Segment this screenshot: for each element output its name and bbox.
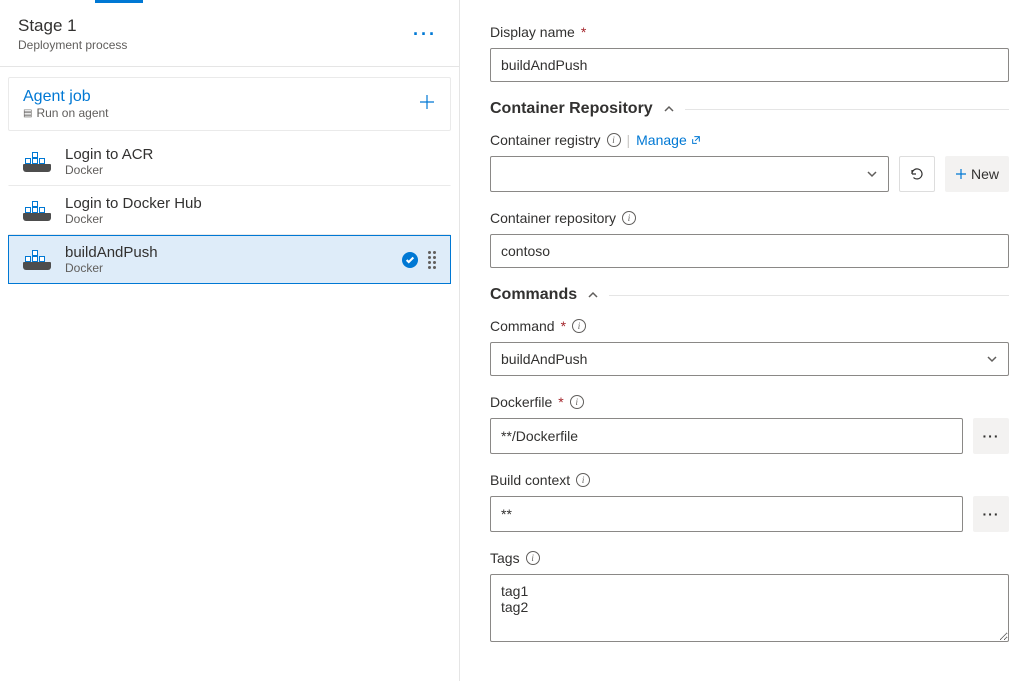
dockerfile-input[interactable] [490,418,963,454]
task-sub: Docker [65,261,402,275]
task-row[interactable]: Login to ACR Docker [8,137,451,186]
stage-subtitle: Deployment process [18,38,127,52]
task-name: Login to ACR [65,146,436,163]
task-name: Login to Docker Hub [65,195,436,212]
info-icon[interactable]: i [572,319,586,333]
tags-row: Tags i [490,550,1009,645]
required-icon: * [558,394,563,410]
chevron-up-icon [663,103,675,115]
task-sub: Docker [65,163,436,177]
command-label: Command * i [490,318,1009,334]
manage-link[interactable]: Manage [636,132,701,148]
chevron-down-icon [866,168,878,180]
status-ok-icon [402,252,418,268]
required-icon: * [581,24,586,40]
info-icon[interactable]: i [570,395,584,409]
browse-build-context-button[interactable]: ··· [973,496,1009,532]
plus-icon [418,93,436,111]
right-panel: Display name * Container Repository Cont… [460,0,1033,681]
refresh-icon [909,166,925,182]
required-icon: * [561,318,566,334]
info-icon[interactable]: i [622,211,636,225]
tags-textarea[interactable] [490,574,1009,642]
stage-more-button[interactable]: ··· [409,20,441,49]
task-list: Agent job ▤ Run on agent Login to ACR Do… [0,67,459,681]
chevron-down-icon [986,353,998,365]
display-name-input[interactable] [490,48,1009,82]
dockerfile-label: Dockerfile * i [490,394,1009,410]
info-icon[interactable]: i [576,473,590,487]
container-repository-label: Container repository i [490,210,1009,226]
agent-job-title: Agent job [23,88,109,106]
task-name: buildAndPush [65,244,402,261]
browse-dockerfile-button[interactable]: ··· [973,418,1009,454]
container-repository-input[interactable] [490,234,1009,268]
docker-icon [23,246,51,274]
refresh-button[interactable] [899,156,935,192]
stage-title: Stage 1 [18,16,127,36]
command-select[interactable]: buildAndPush [490,342,1009,376]
left-panel: Stage 1 Deployment process ··· Agent job… [0,0,460,681]
docker-icon [23,148,51,176]
task-row-selected[interactable]: buildAndPush Docker [8,235,451,284]
display-name-label: Display name * [490,24,1009,40]
tags-label: Tags i [490,550,1009,566]
info-icon[interactable]: i [526,551,540,565]
build-context-label: Build context i [490,472,1009,488]
agent-job-row[interactable]: Agent job ▤ Run on agent [8,77,451,131]
container-registry-row: Container registry i | Manage New [490,132,1009,192]
server-icon: ▤ [23,108,32,119]
add-task-button[interactable] [418,91,436,117]
container-registry-label: Container registry i | Manage [490,132,1009,148]
build-context-input[interactable] [490,496,963,532]
new-service-connection-button[interactable]: New [945,156,1009,192]
active-tab-indicator [95,0,143,3]
docker-icon [23,197,51,225]
plus-icon [955,168,967,180]
chevron-up-icon [587,289,599,301]
section-container-repository[interactable]: Container Repository [490,100,1009,118]
display-name-row: Display name * [490,24,1009,82]
stage-header[interactable]: Stage 1 Deployment process ··· [0,4,459,67]
build-context-row: Build context i ··· [490,472,1009,532]
command-row: Command * i buildAndPush [490,318,1009,376]
container-registry-select[interactable] [490,156,889,192]
section-commands[interactable]: Commands [490,286,1009,304]
task-sub: Docker [65,212,436,226]
container-repository-row: Container repository i [490,210,1009,268]
info-icon[interactable]: i [607,133,621,147]
dockerfile-row: Dockerfile * i ··· [490,394,1009,454]
drag-handle-icon[interactable] [428,251,436,269]
external-link-icon [691,135,701,145]
task-row[interactable]: Login to Docker Hub Docker [8,186,451,235]
agent-job-subtitle: ▤ Run on agent [23,106,109,120]
